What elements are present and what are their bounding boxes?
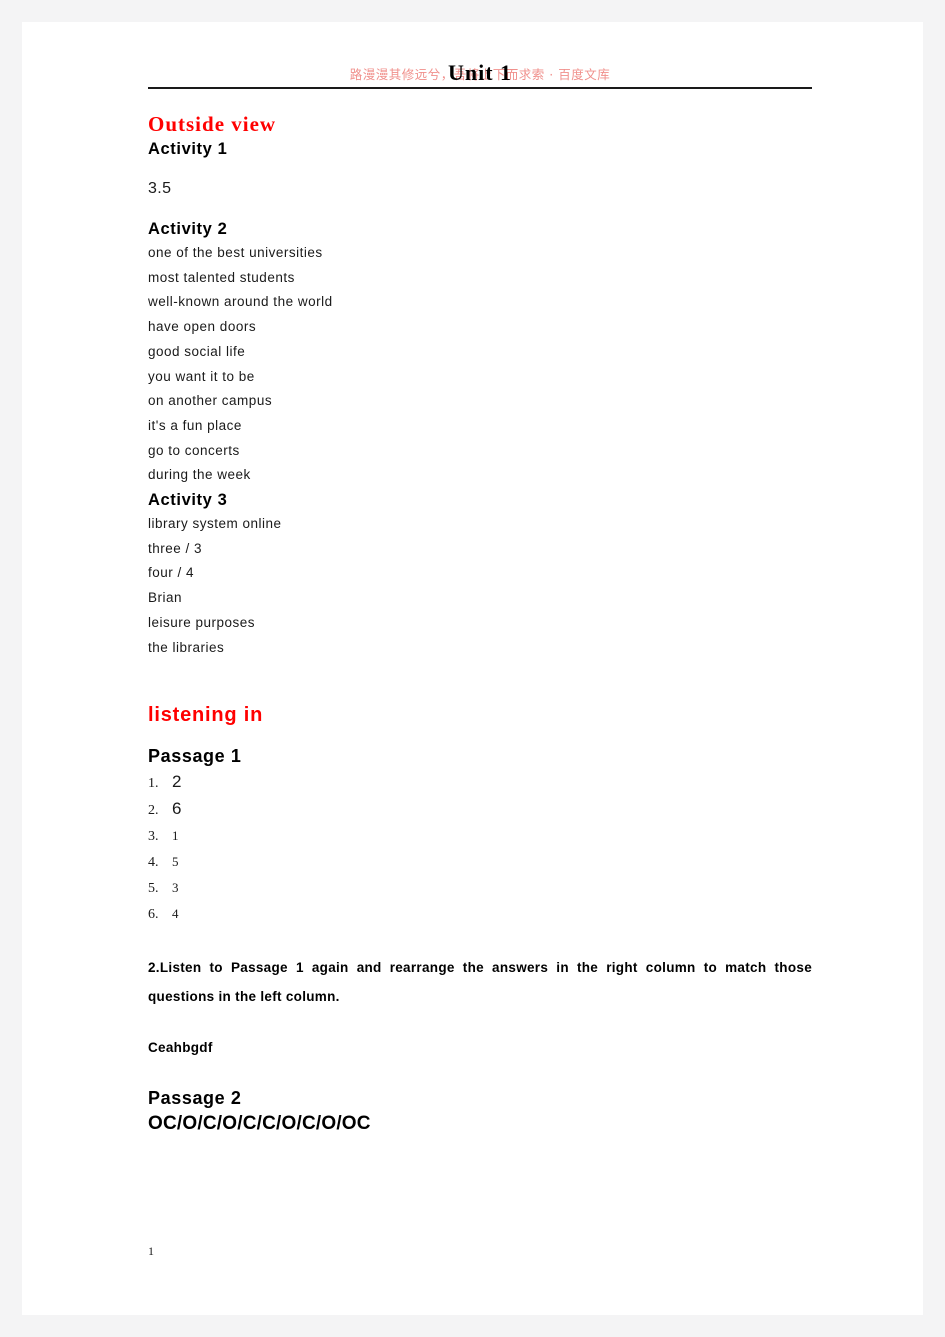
list-item: Brian xyxy=(148,590,183,606)
list-item: 2. 6 xyxy=(148,796,812,823)
list-item: the libraries xyxy=(148,639,225,655)
list-item: good social life xyxy=(148,343,246,359)
section-heading-outside-view: Outside view xyxy=(148,112,277,136)
list-item: 5. 3 xyxy=(148,875,812,901)
list-item: go to concerts xyxy=(148,442,240,458)
list-item: during the week xyxy=(148,467,251,483)
list-item: 3. 1 xyxy=(148,823,812,849)
activity-3-label: Activity 3 xyxy=(148,491,228,510)
activity-1-label: Activity 1 xyxy=(148,140,228,158)
answer-number: 6. xyxy=(148,907,159,923)
list-item: you want it to be xyxy=(148,368,255,384)
answer-number: 2. xyxy=(148,803,159,819)
list-item: 4. 5 xyxy=(148,849,812,875)
answer-number: 3. xyxy=(148,829,159,845)
passage-1-label: Passage 1 xyxy=(148,746,242,767)
activity-1-answer: 3.5 xyxy=(148,180,172,197)
list-item: three / 3 xyxy=(148,540,203,556)
answer-number: 4. xyxy=(148,855,159,871)
list-item: one of the best universities xyxy=(148,245,323,260)
answer-value: 2 xyxy=(172,772,182,792)
passage-2-label: Passage 2 xyxy=(148,1088,242,1109)
list-item: 6. 4 xyxy=(148,901,812,927)
section-heading-listening-in: listening in xyxy=(148,704,264,727)
answer-value: 3 xyxy=(172,880,179,896)
footer-page-number: 1 xyxy=(148,1244,154,1258)
page-title: Unit 1 xyxy=(447,60,513,85)
list-item: most talented students xyxy=(148,269,295,285)
exercise-instruction: 2.Listen to Passage 1 again and rearrang… xyxy=(148,960,812,1005)
activity-3-answer-list: library system online three / 3 four / 4… xyxy=(148,512,812,660)
list-item: four / 4 xyxy=(148,565,195,581)
list-item: 1. 2 xyxy=(148,769,812,796)
passage-2-answer: OC/O/C/O/C/C/O/C/O/OC xyxy=(148,1113,371,1135)
answer-value: 5 xyxy=(172,854,179,870)
list-item: on another campus xyxy=(148,393,273,409)
answer-value: 6 xyxy=(172,799,182,819)
list-item: well-known around the world xyxy=(148,294,333,310)
answer-number: 1. xyxy=(148,776,159,792)
activity-2-label: Activity 2 xyxy=(148,220,228,238)
list-item: it's a fun place xyxy=(148,417,242,433)
document-body: Unit 1 Outside view Activity 1 3.5 Activ… xyxy=(148,22,812,1136)
answer-value: 1 xyxy=(172,828,179,844)
passage-1-answer-list: 1. 2 2. 6 3. 1 4. 5 5. 3 6. 4 xyxy=(148,769,812,927)
list-item: leisure purposes xyxy=(148,614,256,630)
activity-2-answer-list: one of the best universities most talent… xyxy=(148,241,812,488)
answer-value: 4 xyxy=(172,906,179,922)
document-page: 路漫漫其修远兮，吾将上下而求索 · 百度文库 Unit 1 Outside vi… xyxy=(22,22,923,1315)
matching-answer: Ceahbgdf xyxy=(148,1040,213,1056)
answer-number: 5. xyxy=(148,881,159,897)
list-item: have open doors xyxy=(148,319,257,335)
list-item: library system online xyxy=(148,516,282,532)
